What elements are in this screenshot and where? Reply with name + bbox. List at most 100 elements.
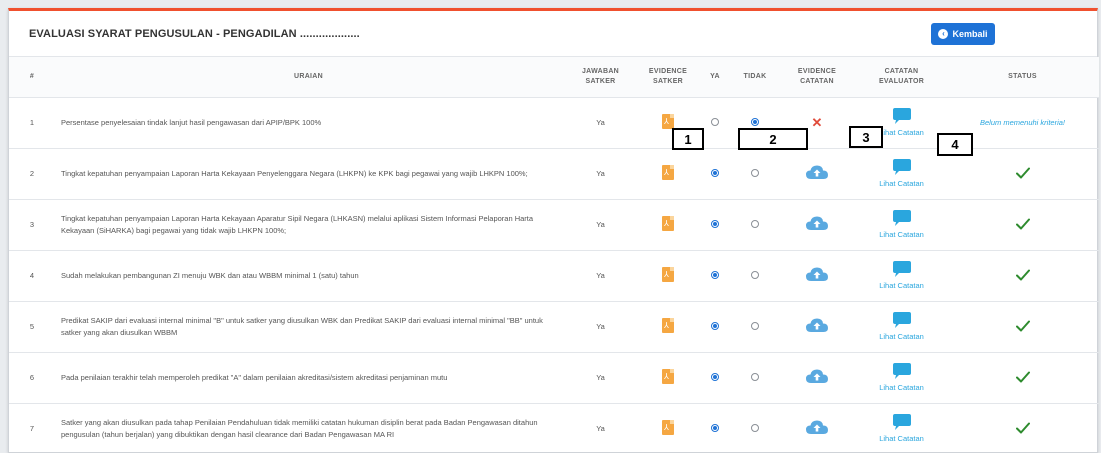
cloud-upload-icon[interactable]: [806, 369, 828, 386]
tidak-radio[interactable]: [751, 219, 759, 228]
ya-radio[interactable]: [711, 168, 719, 177]
row-ya[interactable]: [697, 199, 733, 251]
row-evidence-satker[interactable]: [639, 403, 697, 453]
annotation-marker-4: 4: [937, 133, 973, 156]
row-catatan-evaluator[interactable]: Lihat Catatan: [857, 199, 946, 251]
evaluation-card: EVALUASI SYARAT PENGUSULAN - PENGADILAN …: [8, 8, 1099, 453]
comment-icon[interactable]: [892, 261, 911, 279]
comment-icon[interactable]: [892, 159, 911, 177]
ya-radio[interactable]: [711, 219, 719, 228]
table-header-row: # URAIAN JAWABAN SATKER EVIDENCE SATKER YA…: [9, 57, 1099, 98]
cloud-upload-icon[interactable]: [806, 420, 828, 437]
tidak-radio[interactable]: [751, 423, 759, 432]
row-number: 4: [9, 250, 55, 302]
row-uraian: Sudah melakukan pembangunan ZI menuju WB…: [55, 250, 562, 302]
row-number: 6: [9, 352, 55, 404]
file-pdf-icon[interactable]: [662, 267, 674, 282]
comment-icon[interactable]: [892, 312, 911, 330]
check-icon: [1015, 371, 1030, 385]
row-number: 1: [9, 97, 55, 149]
row-number: 3: [9, 199, 55, 251]
back-button[interactable]: ‹ Kembali: [931, 23, 995, 45]
tidak-radio[interactable]: [751, 168, 759, 177]
row-tidak[interactable]: [733, 250, 777, 302]
tidak-radio[interactable]: [751, 117, 759, 126]
col-uraian: URAIAN: [55, 57, 562, 98]
cloud-upload-icon[interactable]: [806, 216, 828, 233]
row-status: [946, 301, 1099, 353]
lihat-catatan-link[interactable]: Lihat Catatan: [879, 281, 924, 290]
row-uraian: Satker yang akan diusulkan pada tahap Pe…: [55, 403, 562, 453]
tidak-radio[interactable]: [751, 321, 759, 330]
file-pdf-icon[interactable]: [662, 165, 674, 180]
table-row: 7 Satker yang akan diusulkan pada tahap P…: [9, 403, 1099, 453]
row-catatan-evaluator[interactable]: Lihat Catatan: [857, 250, 946, 302]
check-icon: [1015, 269, 1030, 283]
lihat-catatan-link[interactable]: Lihat Catatan: [879, 179, 924, 188]
row-evidence-catatan[interactable]: [777, 250, 857, 302]
row-catatan-evaluator[interactable]: Lihat Catatan: [857, 148, 946, 200]
row-evidence-catatan[interactable]: [777, 403, 857, 453]
ya-radio[interactable]: [711, 372, 719, 381]
row-ya[interactable]: [697, 148, 733, 200]
lihat-catatan-link[interactable]: Lihat Catatan: [879, 434, 924, 443]
cloud-upload-icon[interactable]: [806, 318, 828, 335]
lihat-catatan-link[interactable]: Lihat Catatan: [879, 332, 924, 341]
comment-icon[interactable]: [892, 414, 911, 432]
file-pdf-icon[interactable]: [662, 216, 674, 231]
row-ya[interactable]: [697, 301, 733, 353]
row-evidence-catatan[interactable]: [777, 301, 857, 353]
row-evidence-catatan[interactable]: [777, 352, 857, 404]
arrow-left-circle-icon: ‹: [938, 29, 949, 39]
ya-radio[interactable]: [711, 321, 719, 330]
row-catatan-evaluator[interactable]: Lihat Catatan: [857, 301, 946, 353]
row-ya[interactable]: [697, 250, 733, 302]
check-icon: [1015, 320, 1030, 334]
tidak-radio[interactable]: [751, 270, 759, 279]
row-evidence-satker[interactable]: [639, 250, 697, 302]
lihat-catatan-link[interactable]: Lihat Catatan: [879, 128, 924, 137]
row-ya[interactable]: [697, 352, 733, 404]
row-ya[interactable]: [697, 403, 733, 453]
back-button-label: Kembali: [952, 29, 988, 39]
file-pdf-icon[interactable]: [662, 369, 674, 384]
row-catatan-evaluator[interactable]: Lihat Catatan: [857, 352, 946, 404]
row-evidence-catatan[interactable]: [777, 148, 857, 200]
row-uraian: Pada penilaian terakhir telah memperoleh…: [55, 352, 562, 404]
comment-icon[interactable]: [892, 108, 911, 126]
row-tidak[interactable]: [733, 352, 777, 404]
file-pdf-icon[interactable]: [662, 420, 674, 435]
row-evidence-satker[interactable]: [639, 199, 697, 251]
tidak-radio[interactable]: [751, 372, 759, 381]
row-uraian: Tingkat kepatuhan penyampaian Laporan Ha…: [55, 199, 562, 251]
row-tidak[interactable]: [733, 301, 777, 353]
col-status: STATUS: [946, 57, 1099, 98]
ya-radio[interactable]: [711, 423, 719, 432]
file-pdf-icon[interactable]: [662, 114, 674, 129]
cloud-upload-icon[interactable]: [806, 165, 828, 182]
row-tidak[interactable]: [733, 403, 777, 453]
row-jawaban: Ya: [562, 403, 639, 453]
comment-icon[interactable]: [892, 363, 911, 381]
row-evidence-catatan[interactable]: [777, 199, 857, 251]
comment-icon[interactable]: [892, 210, 911, 228]
file-pdf-icon[interactable]: [662, 318, 674, 333]
row-status: [946, 352, 1099, 404]
row-number: 5: [9, 301, 55, 353]
cloud-upload-icon[interactable]: [806, 267, 828, 284]
row-tidak[interactable]: [733, 199, 777, 251]
table-row: 2 Tingkat kepatuhan penyampaian Laporan H…: [9, 148, 1099, 200]
col-no: #: [9, 57, 55, 98]
row-status: [946, 199, 1099, 251]
row-evidence-satker[interactable]: [639, 148, 697, 200]
row-tidak[interactable]: [733, 148, 777, 200]
ya-radio[interactable]: [711, 270, 719, 279]
lihat-catatan-link[interactable]: Lihat Catatan: [879, 230, 924, 239]
row-catatan-evaluator[interactable]: Lihat Catatan: [857, 403, 946, 453]
ya-radio[interactable]: [711, 117, 719, 126]
lihat-catatan-link[interactable]: Lihat Catatan: [879, 383, 924, 392]
row-evidence-satker[interactable]: [639, 301, 697, 353]
row-evidence-satker[interactable]: [639, 352, 697, 404]
col-catatan-evaluator: CATATAN EVALUATOR: [857, 57, 946, 98]
row-jawaban: Ya: [562, 97, 639, 149]
